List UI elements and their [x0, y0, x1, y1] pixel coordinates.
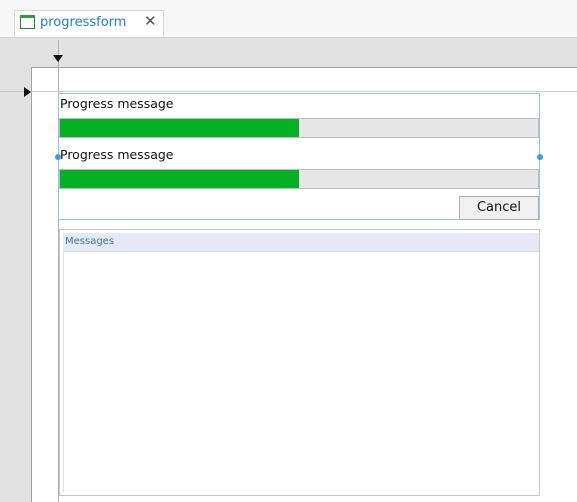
messages-header: Messages [63, 233, 539, 252]
progress-bar-1 [59, 118, 539, 138]
resize-handle-right[interactable] [537, 154, 543, 160]
horizontal-guide-line[interactable] [0, 91, 577, 92]
top-ruler-marker-icon[interactable] [53, 55, 63, 62]
editor-tab-bar: progressform ✕ [0, 0, 577, 38]
progress-message-label-1: Progress message [60, 96, 174, 111]
close-icon[interactable]: ✕ [144, 13, 157, 29]
messages-list[interactable] [63, 252, 539, 492]
tab-label: progressform [40, 15, 127, 30]
left-ruler-marker-icon[interactable] [24, 87, 31, 97]
progress-bar-2 [59, 169, 539, 189]
cancel-button[interactable]: Cancel [459, 196, 539, 220]
vertical-ruler[interactable] [8, 67, 31, 502]
horizontal-ruler[interactable] [8, 40, 577, 67]
progress-bar-fill-1 [60, 119, 299, 137]
progress-bar-fill-2 [60, 170, 299, 188]
messages-panel[interactable]: Messages [59, 229, 540, 496]
progress-message-label-2: Progress message [60, 147, 174, 162]
form-window-icon [20, 15, 35, 29]
tab-progressform[interactable]: progressform ✕ [14, 10, 164, 38]
